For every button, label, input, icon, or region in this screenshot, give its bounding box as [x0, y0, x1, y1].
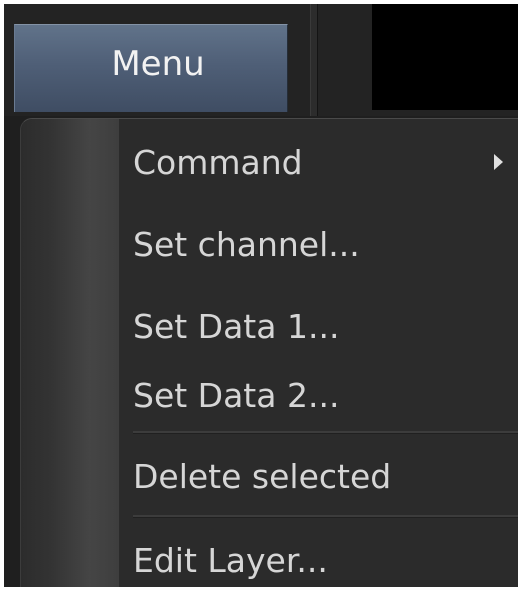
menu-separator [133, 431, 518, 434]
toolbar: Menu [4, 4, 518, 116]
menu-item-label: Set Data 2... [133, 375, 340, 415]
menu-item-delete-selected[interactable]: Delete selected [119, 446, 518, 506]
menu-item-label: Set Data 1... [133, 306, 340, 346]
menu-item-edit-layer[interactable]: Edit Layer... [119, 530, 518, 587]
dropdown-menu: Command Set channel... Set Data 1... Set… [20, 118, 518, 587]
menu-item-set-channel[interactable]: Set channel... [119, 214, 518, 274]
menu-separator [133, 515, 518, 518]
menu-item-label: Delete selected [133, 456, 392, 496]
menu-item-set-data-1[interactable]: Set Data 1... [119, 296, 518, 356]
menu-button[interactable]: Menu [14, 24, 288, 112]
menu-item-label: Command [133, 142, 303, 182]
menu-item-command[interactable]: Command [119, 132, 518, 192]
menu-item-label: Set channel... [133, 224, 360, 264]
menu-icon-gutter [21, 119, 119, 587]
menu-button-label: Menu [111, 43, 205, 84]
screenshot-frame: Menu Command Set channel... Set Data 1..… [0, 0, 521, 591]
toolbar-divider [310, 4, 318, 116]
menu-item-set-data-2[interactable]: Set Data 2... [119, 365, 518, 425]
viewport-panel [372, 4, 518, 110]
chevron-right-icon [494, 154, 503, 170]
app-window: Menu Command Set channel... Set Data 1..… [4, 4, 518, 587]
menu-item-label: Edit Layer... [133, 540, 328, 580]
